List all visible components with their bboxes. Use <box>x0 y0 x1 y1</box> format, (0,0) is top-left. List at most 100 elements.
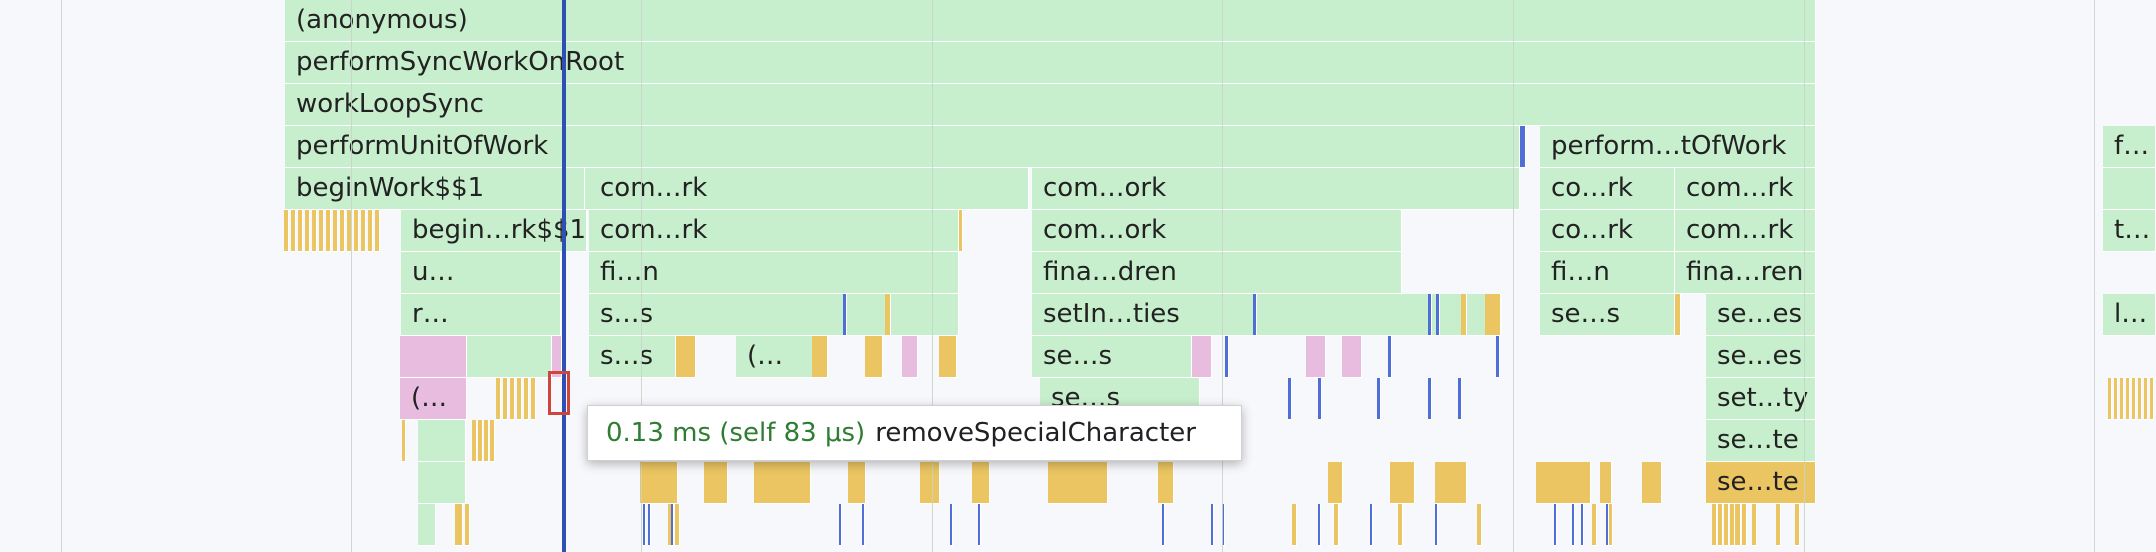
yellow-tick[interactable] <box>1592 504 1597 546</box>
yellow-tick[interactable] <box>848 462 866 504</box>
blue-mark[interactable] <box>1554 504 1557 546</box>
yellow-tick[interactable] <box>484 420 489 462</box>
yellow-tick[interactable] <box>503 378 508 420</box>
yellow-tick[interactable] <box>284 210 289 252</box>
yellow-tick[interactable] <box>1718 504 1723 546</box>
yellow-tick[interactable] <box>340 210 345 252</box>
blue-mark[interactable] <box>643 504 646 546</box>
yellow-tick[interactable] <box>2108 378 2112 420</box>
frame-update[interactable]: u… <box>401 252 561 294</box>
frame-complete-unit-of-work[interactable]: co…rk <box>1540 168 1675 210</box>
pink-frame[interactable] <box>400 336 467 378</box>
flame-frame[interactable] <box>418 420 466 462</box>
blue-mark[interactable] <box>950 504 953 546</box>
yellow-tick[interactable] <box>1477 504 1482 546</box>
yellow-tick[interactable] <box>1158 462 1174 504</box>
frame-set-property[interactable]: set…ty <box>1706 378 1816 420</box>
yellow-tick[interactable] <box>1724 504 1729 546</box>
yellow-tick[interactable] <box>531 378 536 420</box>
frame-work-loop-sync[interactable]: workLoopSync <box>285 84 1816 126</box>
yellow-tick[interactable] <box>2138 378 2142 420</box>
frame-set-props[interactable]: se…s <box>1540 294 1675 336</box>
yellow-tick[interactable] <box>305 210 310 252</box>
yellow-tick[interactable] <box>1292 504 1297 546</box>
yellow-tick[interactable] <box>1461 294 1467 336</box>
frame-perform-sync-work-on-root[interactable]: performSyncWorkOnRoot <box>285 42 1816 84</box>
yellow-tick[interactable] <box>326 210 331 252</box>
yellow-tick[interactable] <box>1390 462 1415 504</box>
blue-mark[interactable] <box>1225 336 1229 378</box>
frame-set-props[interactable]: se…s <box>1032 336 1192 378</box>
blue-mark[interactable] <box>978 504 981 546</box>
yellow-tick[interactable] <box>812 336 828 378</box>
frame-begin-work[interactable]: beginWork$$1 <box>285 168 585 210</box>
frame-perform-unit-of-work[interactable]: performUnitOfWork <box>285 126 1520 168</box>
frame-complete-unit-of-work[interactable]: com…ork <box>1032 168 1520 210</box>
yellow-tick[interactable] <box>1435 462 1467 504</box>
yellow-tick[interactable] <box>1048 462 1108 504</box>
yellow-tick[interactable] <box>1730 504 1735 546</box>
blue-mark[interactable] <box>1388 336 1392 378</box>
yellow-tick[interactable] <box>517 378 522 420</box>
yellow-tick[interactable] <box>291 210 296 252</box>
frame-complete-unit-of-work[interactable]: com…rk <box>589 168 1029 210</box>
yellow-tick[interactable] <box>640 462 678 504</box>
yellow-tick[interactable] <box>1795 504 1800 546</box>
yellow-tick[interactable] <box>754 462 811 504</box>
frame-set-props[interactable]: s…s <box>589 336 676 378</box>
frame-set-props[interactable]: s…s <box>589 294 959 336</box>
yellow-tick[interactable] <box>1600 462 1612 504</box>
blue-mark[interactable] <box>1318 504 1321 546</box>
blue-mark[interactable] <box>648 504 651 546</box>
blue-mark[interactable] <box>1606 504 1609 546</box>
yellow-tick[interactable] <box>1398 504 1403 546</box>
yellow-tick[interactable] <box>2126 378 2130 420</box>
yellow-tick[interactable] <box>1334 504 1339 546</box>
blue-mark[interactable] <box>1211 504 1214 546</box>
frame-set-properties[interactable]: se…es <box>1706 294 1816 336</box>
yellow-tick[interactable] <box>472 420 477 462</box>
frame-truncated[interactable]: t… <box>2103 210 2156 252</box>
frame-set-properties[interactable]: se…es <box>1706 336 1816 378</box>
yellow-tick[interactable] <box>490 420 495 462</box>
yellow-tick[interactable] <box>885 294 891 336</box>
yellow-tick[interactable] <box>298 210 303 252</box>
yellow-tick[interactable] <box>458 504 463 546</box>
blue-mark[interactable] <box>1436 294 1440 336</box>
frame-complete-unit-of-work[interactable]: com…rk <box>1675 210 1816 252</box>
blue-mark[interactable] <box>1496 336 1500 378</box>
frame-perform-unit-of-work[interactable]: perform…tOfWork <box>1540 126 1816 168</box>
flame-chart[interactable]: (anonymous) performSyncWorkOnRoot workLoop… <box>0 0 2156 552</box>
frame-begin-work[interactable]: begin…rk$$1 <box>401 210 587 252</box>
blue-mark[interactable] <box>839 504 842 546</box>
yellow-tick[interactable] <box>478 420 483 462</box>
yellow-tick[interactable] <box>2120 378 2124 420</box>
yellow-tick[interactable] <box>2144 378 2148 420</box>
blue-mark[interactable] <box>1572 504 1575 546</box>
yellow-tick[interactable] <box>2114 378 2118 420</box>
flame-frame[interactable] <box>418 504 436 546</box>
yellow-tick[interactable] <box>496 378 501 420</box>
yellow-tick[interactable] <box>704 462 728 504</box>
yellow-tick[interactable] <box>1642 462 1662 504</box>
frame-truncated[interactable]: l… <box>2103 294 2156 336</box>
yellow-tick[interactable] <box>465 504 470 546</box>
frame-anonymous[interactable]: (… <box>400 378 467 420</box>
blue-mark[interactable] <box>1428 378 1432 420</box>
frame-finalize[interactable]: fi…n <box>589 252 959 294</box>
blue-mark[interactable] <box>1435 504 1438 546</box>
frame-complete-unit-of-work[interactable]: co…rk <box>1540 210 1675 252</box>
blue-mark[interactable] <box>1288 378 1292 420</box>
pink-frame[interactable] <box>1306 336 1326 378</box>
blue-mark[interactable] <box>1318 378 1322 420</box>
yellow-tick[interactable] <box>319 210 324 252</box>
yellow-tick[interactable] <box>2132 378 2136 420</box>
blue-mark[interactable] <box>1377 378 1381 420</box>
flame-frame[interactable] <box>467 336 552 378</box>
yellow-tick[interactable] <box>1776 504 1781 546</box>
yellow-tick[interactable] <box>1675 294 1681 336</box>
yellow-tick[interactable] <box>1742 504 1747 546</box>
frame-truncated[interactable]: r… <box>401 294 561 336</box>
flame-frame[interactable] <box>418 462 466 504</box>
yellow-tick[interactable] <box>354 210 359 252</box>
